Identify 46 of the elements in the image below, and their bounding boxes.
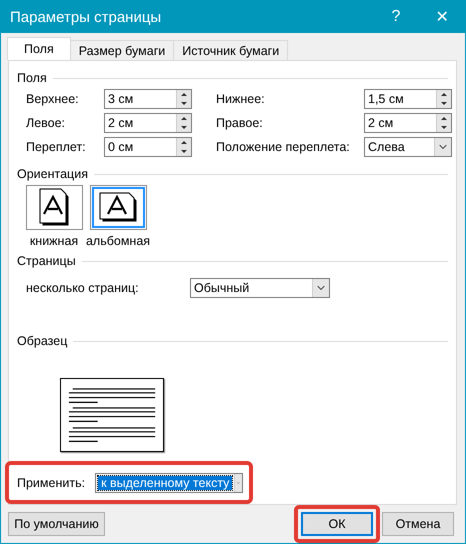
spin-down-icon[interactable] [177, 123, 191, 132]
field-label: Верхнее: [26, 92, 80, 106]
cancel-button[interactable]: Отмена [382, 512, 454, 536]
field-label: Переплет: [26, 140, 87, 154]
field-label: несколько страниц: [26, 281, 140, 295]
spin-down-icon[interactable] [437, 123, 451, 132]
tab[interactable]: Источник бумаги [173, 40, 288, 60]
dropdown-caret-icon[interactable] [312, 279, 329, 297]
dropdown-caret-icon[interactable] [234, 474, 242, 492]
option-label: книжная [30, 234, 78, 248]
field-label: Положение переплета: [216, 140, 351, 154]
orientation-option[interactable] [90, 185, 146, 230]
field-label: Применить: [17, 476, 86, 490]
spin-up-icon[interactable] [437, 114, 451, 123]
spin-down-icon[interactable] [177, 147, 191, 156]
field-label: Левое: [26, 116, 66, 130]
spin-down-icon[interactable] [177, 99, 191, 108]
ok-button[interactable]: ОК [301, 512, 373, 536]
spin-up-icon[interactable] [177, 114, 191, 123]
orientation-option[interactable] [26, 185, 82, 230]
field-label: Нижнее: [216, 92, 266, 106]
dropdown-field[interactable]: к выделенному тексту [95, 472, 244, 492]
spin-field[interactable]: 2 см [364, 113, 452, 133]
dropdown-field[interactable]: Обычный [190, 278, 330, 298]
spin-down-icon[interactable] [437, 99, 451, 108]
dropdown-caret-icon[interactable] [434, 138, 451, 156]
tab[interactable]: Размер бумаги [70, 40, 174, 60]
default-button[interactable]: По умолчанию [8, 512, 105, 536]
group-title: Страницы [17, 254, 76, 268]
group-title: Ориентация [17, 167, 88, 181]
window-title: Параметры страницы [10, 8, 162, 26]
option-label: альбомная [86, 234, 150, 248]
spin-field[interactable]: 0 см [104, 137, 192, 157]
field-label: Правое: [216, 116, 264, 130]
group-title: Образец [17, 334, 68, 348]
spin-up-icon[interactable] [437, 90, 451, 99]
spin-field[interactable]: 1,5 см [364, 89, 452, 109]
group-title: Поля [17, 71, 47, 85]
landscape-page-icon [98, 192, 138, 223]
spin-field[interactable]: 3 см [104, 89, 192, 109]
spin-field[interactable]: 2 см [104, 113, 192, 133]
spin-up-icon[interactable] [177, 138, 191, 147]
dropdown-field[interactable]: Слева [364, 137, 452, 157]
portrait-page-icon [38, 188, 70, 227]
spin-up-icon[interactable] [177, 90, 191, 99]
tab[interactable]: Поля [7, 37, 71, 60]
